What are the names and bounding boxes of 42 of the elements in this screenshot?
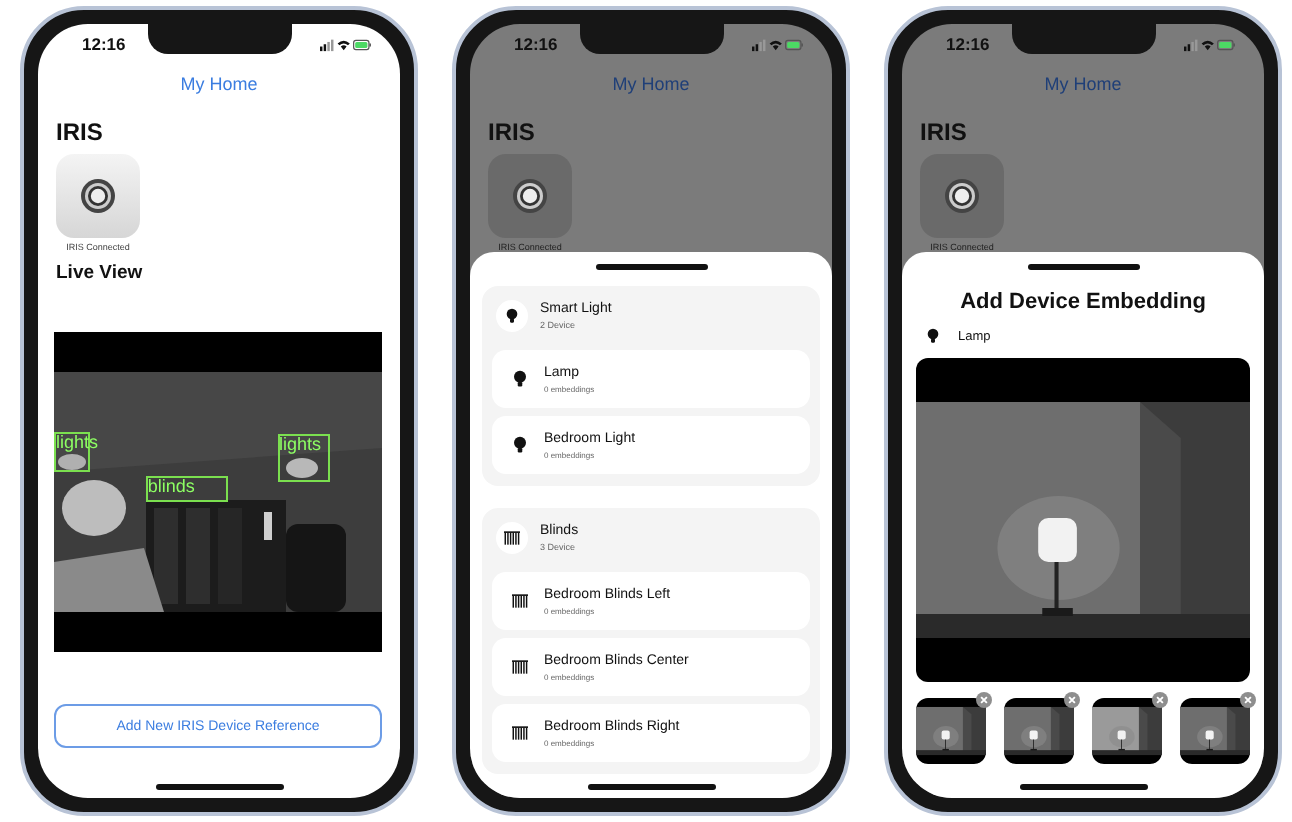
sheet-handle[interactable] bbox=[595, 264, 707, 270]
detection-box: blinds bbox=[145, 476, 228, 502]
page-heading: IRIS bbox=[56, 118, 105, 146]
home-indicator bbox=[587, 784, 715, 790]
status-time: 12:16 bbox=[946, 34, 990, 54]
blinds-icon bbox=[512, 658, 528, 676]
close-icon[interactable] bbox=[1152, 692, 1168, 708]
ring-icon bbox=[78, 176, 118, 216]
ring-icon bbox=[510, 176, 550, 216]
bulb-icon bbox=[926, 328, 940, 344]
device-tile[interactable] bbox=[920, 154, 1004, 238]
blinds-icon bbox=[504, 530, 520, 546]
blinds-icon bbox=[512, 592, 528, 610]
bulb-icon bbox=[512, 436, 528, 454]
close-icon[interactable] bbox=[1240, 692, 1256, 708]
device-tile[interactable] bbox=[488, 154, 572, 238]
nav-title: My Home bbox=[1042, 74, 1124, 94]
status-icons bbox=[752, 37, 804, 51]
status-icons bbox=[1184, 37, 1236, 51]
ring-icon bbox=[942, 176, 982, 216]
home-indicator bbox=[155, 784, 283, 790]
bulb-icon bbox=[504, 308, 520, 324]
phone-notch bbox=[147, 24, 291, 54]
status-time: 12:16 bbox=[514, 34, 558, 54]
phone-notch bbox=[1011, 24, 1155, 54]
blinds-icon bbox=[512, 724, 528, 742]
status-icons bbox=[320, 37, 372, 51]
status-time: 12:16 bbox=[82, 34, 126, 54]
bulb-icon bbox=[512, 370, 528, 388]
detection-box: lights bbox=[277, 434, 330, 483]
page-heading: IRIS bbox=[920, 118, 969, 146]
nav-title: My Home bbox=[610, 74, 692, 94]
close-icon[interactable] bbox=[1064, 692, 1080, 708]
sheet-title: Add Device Embedding bbox=[958, 290, 1208, 314]
sheet-handle[interactable] bbox=[1027, 264, 1139, 270]
page-heading: IRIS bbox=[488, 118, 537, 146]
close-icon[interactable] bbox=[976, 692, 992, 708]
nav-title: My Home bbox=[178, 74, 260, 94]
section-title: Live View bbox=[56, 262, 145, 284]
device-tile[interactable] bbox=[56, 154, 140, 238]
home-indicator bbox=[1019, 784, 1147, 790]
phone-notch bbox=[579, 24, 723, 54]
